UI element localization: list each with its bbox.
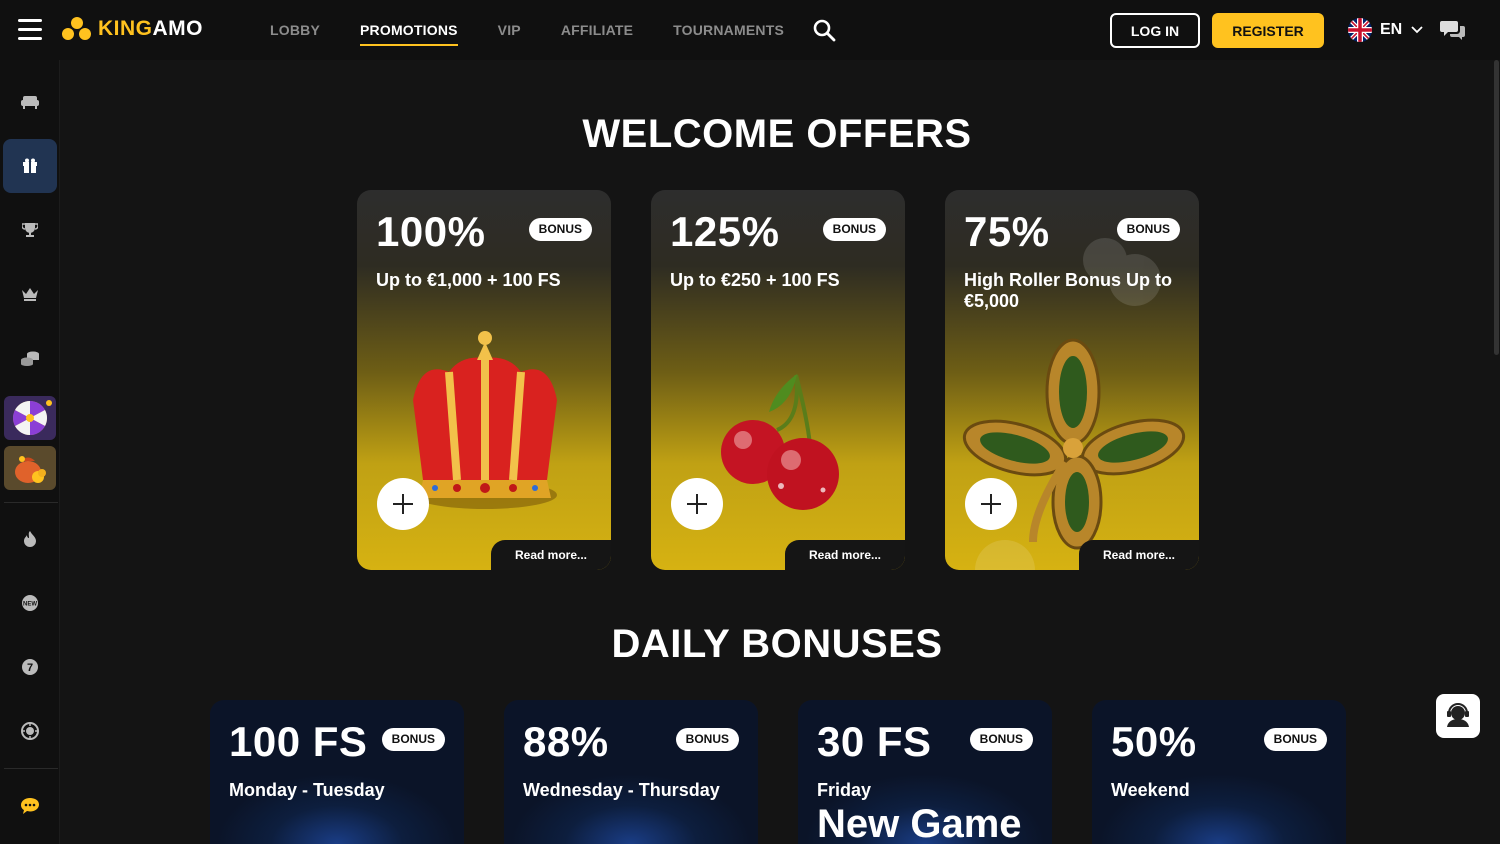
nav-affiliate[interactable]: AFFILIATE [561,16,633,44]
chat-bubble-icon [21,798,39,814]
nav-vip[interactable]: VIP [498,16,521,44]
daily-bonuses-title: DAILY BONUSES [611,622,943,666]
bonus-badge: BONUS [528,218,592,241]
logo-text: KINGAMO [98,17,203,40]
sidebar-item-treasure[interactable] [4,446,56,490]
logo-icon [62,16,92,42]
bonus-amount: 30 FS [817,718,932,765]
sidebar-item-new[interactable]: NEW [3,576,57,630]
sidebar-item-jackpots[interactable] [3,331,57,385]
new-icon: NEW [22,595,38,611]
read-more-link[interactable]: Read more... [785,540,905,570]
bonus-days: Wednesday - Thursday [523,780,720,800]
sidebar-item-chat[interactable] [3,779,57,833]
treasure-bag-icon [15,456,46,483]
coins-icon [21,351,39,366]
sofa-icon [21,96,39,109]
scrollbar-thumb[interactable] [1494,60,1499,355]
read-more-link[interactable]: Read more... [1079,540,1199,570]
welcome-offers-title: WELCOME OFFERS [582,112,972,156]
left-sidebar: NEW 7 [0,60,60,844]
welcome-card-1[interactable]: 100% BONUS Up to €1,000 + 100 FS Read mo… [357,190,611,570]
offer-percent: 125% [670,208,780,255]
bonus-badge: BONUS [1116,218,1180,241]
sidebar-item-wheel[interactable] [4,396,56,440]
sidebar-item-slots[interactable]: 7 [3,640,57,694]
crown-icon [22,288,38,301]
offer-description: High Roller Bonus Up to €5,000 [964,270,1172,311]
welcome-card-3[interactable]: 75% BONUS High Roller Bonus Up to €5,000… [945,190,1199,570]
sidebar-item-promotions[interactable] [3,139,57,193]
uk-flag-icon [1348,18,1372,42]
nav-promotions[interactable]: PROMOTIONS [360,16,458,46]
fire-icon [24,531,36,547]
sidebar-item-tournaments[interactable] [3,203,57,257]
daily-card-3[interactable]: 30 FS BONUS Friday New Game [798,700,1052,844]
seven-icon: 7 [22,659,38,675]
add-bonus-button[interactable] [377,478,429,530]
bonus-amount: 50% [1111,718,1197,765]
sidebar-item-vip[interactable] [3,267,57,321]
language-code: EN [1380,21,1403,38]
search-icon[interactable] [812,18,836,42]
trophy-icon [22,223,38,237]
offer-description: Up to €250 + 100 FS [670,270,840,290]
svg-text:NEW: NEW [23,602,37,608]
scrollbar[interactable] [1493,60,1500,844]
bonus-days: Friday [817,780,872,800]
offer-description: Up to €1,000 + 100 FS [376,270,561,290]
bonus-badge: BONUS [822,218,886,241]
svg-text:7: 7 [27,662,33,674]
bonus-days: Monday - Tuesday [229,780,385,800]
support-agent-icon [1447,703,1469,727]
offer-percent: 75% [964,208,1050,255]
bonus-badge: BONUS [1263,728,1327,751]
roulette-icon [21,722,39,740]
bonus-badge: BONUS [969,728,1033,751]
daily-card-1[interactable]: 100 FS BONUS Monday - Tuesday [210,700,464,844]
register-button[interactable]: REGISTER [1212,13,1324,48]
chevron-down-icon [1411,26,1423,34]
top-header: KINGAMO LOBBY PROMOTIONS VIP AFFILIATE T… [0,0,1500,60]
chat-icon[interactable] [1440,18,1466,42]
main-nav: LOBBY PROMOTIONS VIP AFFILIATE TOURNAMEN… [270,0,824,60]
sidebar-item-hot[interactable] [3,512,57,566]
notification-dot [46,400,52,406]
read-more-link[interactable]: Read more... [491,540,611,570]
gift-icon [23,158,37,173]
bonus-days: Weekend [1111,780,1190,800]
nav-lobby[interactable]: LOBBY [270,16,320,44]
nav-tournaments[interactable]: TOURNAMENTS [673,16,784,44]
sidebar-item-lobby[interactable] [3,75,57,129]
new-game-label: New Game [817,802,1022,844]
sidebar-item-live-casino[interactable] [3,704,57,758]
bonus-amount: 100 FS [229,718,368,765]
login-button[interactable]: LOG IN [1110,13,1200,48]
welcome-card-2[interactable]: 125% BONUS Up to €250 + 100 FS Read more… [651,190,905,570]
bonus-badge: BONUS [675,728,739,751]
add-bonus-button[interactable] [671,478,723,530]
logo[interactable]: KINGAMO [62,16,203,42]
bonus-amount: 88% [523,718,609,765]
menu-icon[interactable] [18,19,42,41]
language-selector[interactable]: EN [1348,18,1424,42]
offer-percent: 100% [376,208,486,255]
bonus-badge: BONUS [381,728,445,751]
daily-card-2[interactable]: 88% BONUS Wednesday - Thursday [504,700,758,844]
daily-card-4[interactable]: 50% BONUS Weekend [1092,700,1346,844]
main-content: WELCOME OFFERS 100% BONUS Up to €1,000 +… [61,60,1493,844]
add-bonus-button[interactable] [965,478,1017,530]
support-button[interactable] [1436,694,1480,738]
